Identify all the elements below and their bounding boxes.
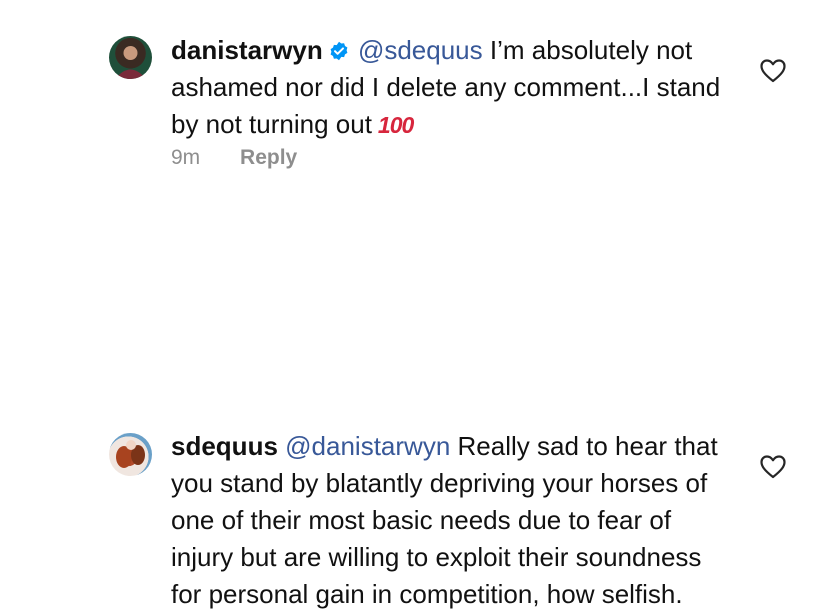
heart-icon xyxy=(760,455,786,479)
comment-text: sdequus @danistarwyn Really sad to hear … xyxy=(171,428,731,613)
avatar-image xyxy=(115,46,146,79)
comment-meta: 9m Reply xyxy=(171,146,297,170)
avatar[interactable] xyxy=(109,36,152,79)
reply-button[interactable]: Reply xyxy=(240,146,297,169)
like-button[interactable] xyxy=(760,59,786,83)
comment-mention[interactable]: @sdequus xyxy=(358,35,483,65)
comment-mention[interactable]: @danistarwyn xyxy=(285,431,450,461)
heart-icon xyxy=(760,59,786,83)
like-button[interactable] xyxy=(760,455,786,479)
hundred-points-emoji: 100 xyxy=(377,112,414,138)
avatar[interactable] xyxy=(109,433,152,476)
avatar-image xyxy=(116,440,145,468)
comment-timestamp: 9m xyxy=(171,146,201,169)
comment-username[interactable]: sdequus xyxy=(171,431,278,461)
verified-badge-icon xyxy=(329,34,349,61)
comment-text: danistarwyn @sdequus I’m absolutely not … xyxy=(171,32,731,144)
comment-username[interactable]: danistarwyn xyxy=(171,35,323,65)
